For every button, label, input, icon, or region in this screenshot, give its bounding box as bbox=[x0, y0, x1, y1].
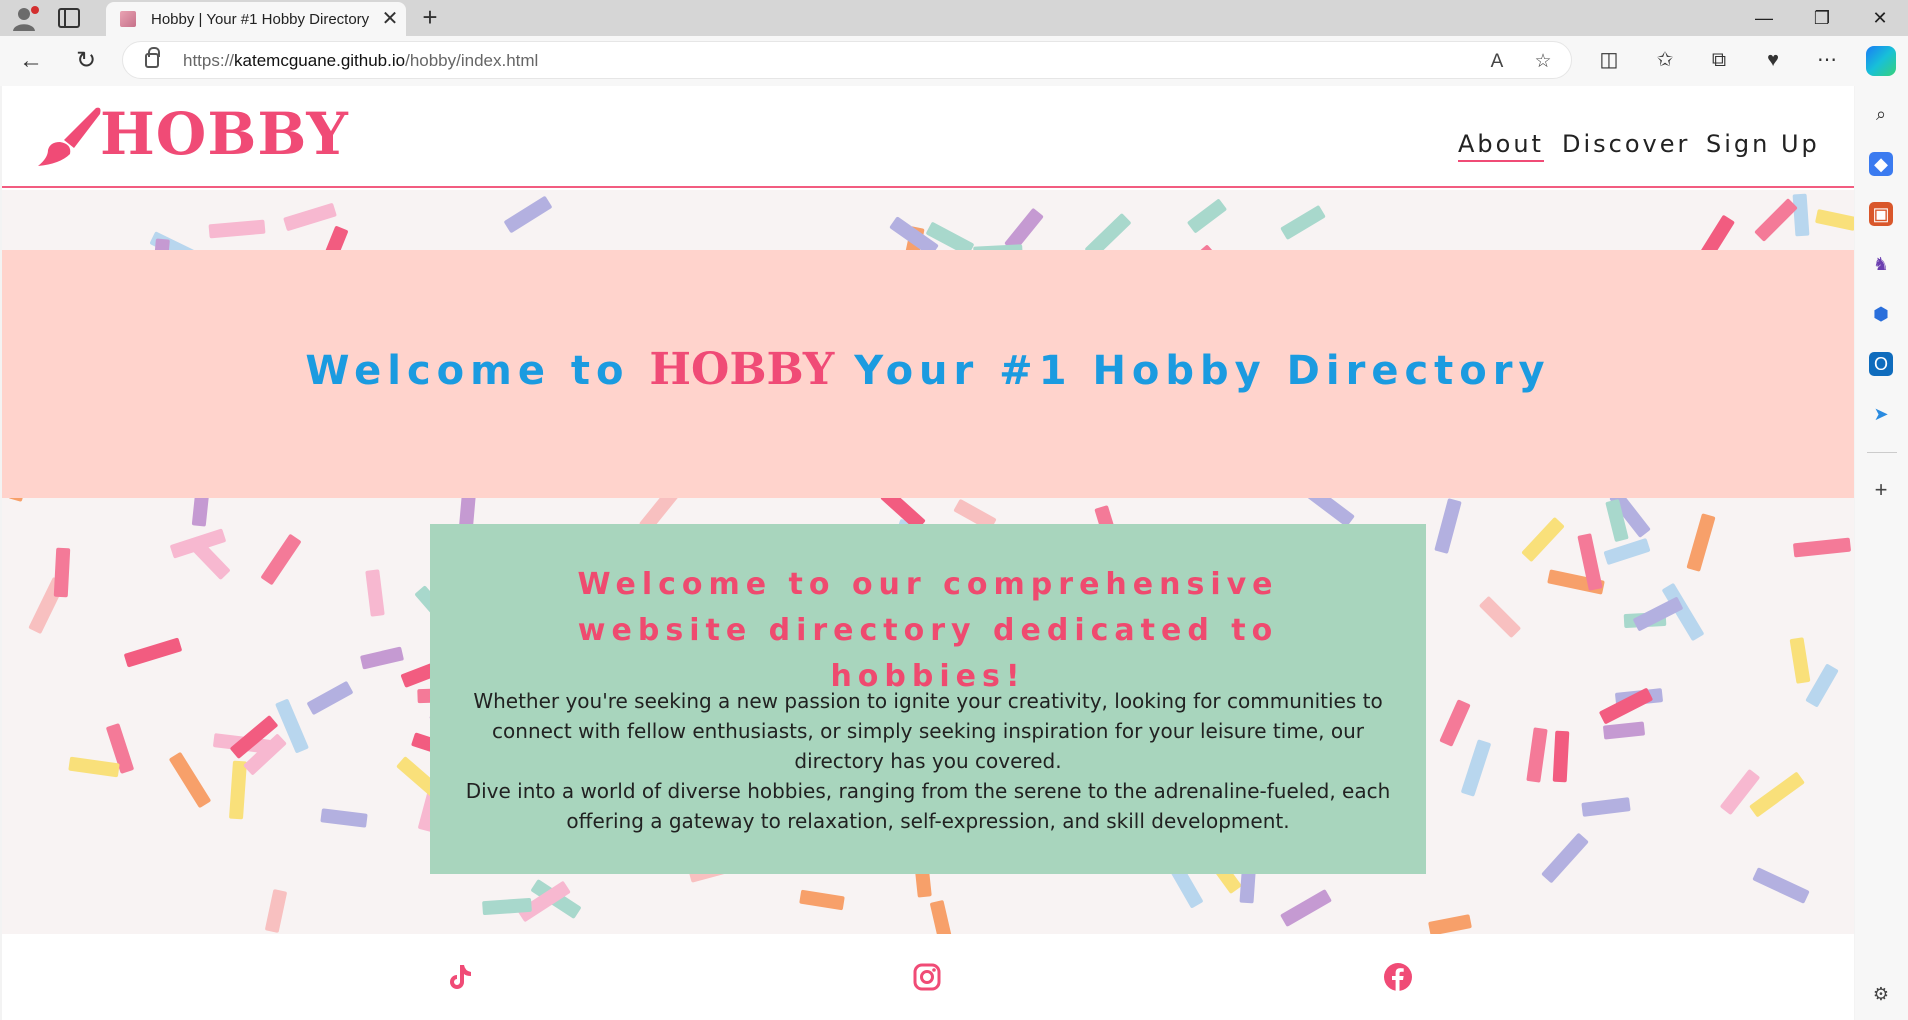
tools-briefcase-icon[interactable]: ▣ bbox=[1869, 202, 1893, 226]
outlook-icon[interactable]: O bbox=[1869, 352, 1893, 376]
sprinkle-decoration bbox=[1279, 888, 1333, 928]
favorite-star-icon[interactable]: ☆ bbox=[1531, 50, 1555, 74]
sprinkle-decoration bbox=[1460, 739, 1492, 797]
sprinkle-decoration bbox=[123, 637, 183, 668]
sprinkle-decoration bbox=[306, 680, 354, 716]
intro-text: Whether you're seeking a new passion to … bbox=[460, 686, 1396, 836]
site-footer bbox=[2, 934, 1854, 1020]
sidebar-divider bbox=[1867, 452, 1897, 453]
tab-actions-icon[interactable] bbox=[58, 8, 80, 28]
url-text[interactable]: https://katemcguane.github.io/hobby/inde… bbox=[183, 51, 538, 71]
sprinkle-decoration bbox=[1478, 595, 1522, 639]
sprinkle-decoration bbox=[228, 760, 248, 820]
search-icon[interactable]: ⌕ bbox=[1869, 102, 1893, 126]
maximize-button[interactable]: ❐ bbox=[1794, 0, 1850, 36]
copilot-icon[interactable] bbox=[1866, 46, 1896, 76]
sprinkle-decoration bbox=[1439, 699, 1471, 747]
close-tab-icon[interactable]: ✕ bbox=[378, 7, 402, 31]
collections-icon[interactable]: ⧉ bbox=[1705, 46, 1733, 74]
sprinkle-decoration bbox=[1686, 513, 1716, 572]
minimize-button[interactable]: — bbox=[1736, 0, 1792, 36]
sprinkle-decoration bbox=[1792, 537, 1852, 558]
read-aloud-icon[interactable]: A bbox=[1485, 50, 1509, 74]
tiktok-icon[interactable] bbox=[444, 962, 474, 992]
games-icon[interactable]: ♞ bbox=[1869, 252, 1893, 276]
tab-title: Hobby | Your #1 Hobby Directory bbox=[151, 11, 370, 28]
intro-paragraph-1: Whether you're seeking a new passion to … bbox=[473, 689, 1383, 773]
back-arrow-icon[interactable]: ← bbox=[16, 46, 46, 76]
nav-sign-up[interactable]: Sign Up bbox=[1706, 130, 1820, 158]
sprinkle-decoration bbox=[1814, 208, 1854, 232]
hero-banner: Welcome to HOBBY Your #1 Hobby Directory bbox=[2, 250, 1854, 498]
sprinkle-decoration bbox=[1280, 204, 1326, 241]
nav-discover[interactable]: Discover bbox=[1562, 130, 1690, 158]
sprinkle-decoration bbox=[1789, 637, 1811, 684]
settings-gear-icon[interactable]: ⚙ bbox=[1869, 982, 1893, 1006]
nav-about[interactable]: About bbox=[1458, 130, 1544, 162]
lock-icon[interactable] bbox=[145, 47, 160, 68]
browser-tab[interactable]: Hobby | Your #1 Hobby Directory ✕ bbox=[106, 2, 406, 36]
sprinkle-decoration bbox=[264, 889, 288, 933]
intro-heading: Welcome to our comprehensive website dir… bbox=[577, 567, 1279, 694]
profile-icon[interactable] bbox=[12, 5, 40, 31]
web-page: HOBBY About Discover Sign Up Welcome to … bbox=[2, 86, 1854, 1020]
split-screen-icon[interactable]: ◫ bbox=[1595, 46, 1623, 74]
sprinkle-decoration bbox=[1428, 914, 1472, 936]
favorites-icon[interactable]: ✩ bbox=[1651, 46, 1679, 74]
sprinkle-decoration bbox=[260, 533, 302, 586]
sprinkle-decoration bbox=[1526, 727, 1548, 783]
add-sidebar-icon[interactable]: + bbox=[1869, 478, 1893, 502]
address-bar[interactable]: https://katemcguane.github.io/hobby/inde… bbox=[122, 41, 1572, 79]
instagram-icon[interactable] bbox=[912, 962, 942, 992]
more-options-icon[interactable]: ⋯ bbox=[1813, 46, 1841, 74]
favicon-icon bbox=[120, 11, 136, 27]
sprinkle-decoration bbox=[1603, 537, 1651, 566]
sprinkle-decoration bbox=[1434, 498, 1462, 554]
facebook-icon[interactable] bbox=[1383, 962, 1413, 992]
refresh-icon[interactable]: ↻ bbox=[71, 46, 101, 76]
sprinkle-decoration bbox=[68, 756, 120, 778]
shopping-tag-icon[interactable]: ◆ bbox=[1869, 152, 1893, 176]
sprinkle-decoration bbox=[1552, 730, 1570, 783]
sprinkle-decoration bbox=[1521, 516, 1565, 563]
sprinkle-decoration bbox=[1541, 832, 1589, 884]
intro-card: Welcome to our comprehensive website dir… bbox=[430, 524, 1426, 874]
sprinkle-decoration bbox=[799, 889, 845, 911]
hero-title: Welcome to HOBBY Your #1 Hobby Directory bbox=[305, 344, 1551, 395]
browser-toolbar: ← ↻ https://katemcguane.github.io/hobby/… bbox=[0, 36, 1908, 86]
sprinkle-decoration bbox=[503, 195, 553, 234]
site-header: HOBBY About Discover Sign Up bbox=[2, 86, 1854, 188]
site-logo[interactable]: HOBBY bbox=[100, 100, 349, 168]
sprinkle-decoration bbox=[1752, 867, 1810, 904]
sprinkle-decoration bbox=[1805, 663, 1839, 708]
sprinkle-decoration bbox=[208, 219, 266, 239]
sprinkle-decoration bbox=[1792, 193, 1810, 237]
sprinkle-decoration bbox=[168, 751, 212, 809]
browser-title-bar: Hobby | Your #1 Hobby Directory ✕ + — ❐ … bbox=[0, 0, 1908, 36]
sprinkle-decoration bbox=[283, 202, 337, 232]
sprinkle-decoration bbox=[53, 547, 71, 598]
sprinkle-decoration bbox=[1581, 797, 1631, 817]
browser-sidebar: ⌕ ◆ ▣ ♞ ⬢ O ➤ + ⚙ bbox=[1855, 86, 1908, 1020]
microsoft-365-icon[interactable]: ⬢ bbox=[1869, 302, 1893, 326]
sprinkle-decoration bbox=[365, 569, 385, 617]
send-icon[interactable]: ➤ bbox=[1869, 402, 1893, 426]
intro-paragraph-2: Dive into a world of diverse hobbies, ra… bbox=[465, 779, 1391, 833]
paintbrush-icon[interactable] bbox=[34, 104, 104, 166]
new-tab-button[interactable]: + bbox=[416, 4, 444, 32]
sprinkle-decoration bbox=[1186, 198, 1228, 234]
sprinkle-decoration bbox=[359, 646, 405, 670]
browser-essentials-icon[interactable]: ♥ bbox=[1759, 46, 1787, 74]
sprinkle-decoration bbox=[1754, 198, 1798, 242]
close-window-button[interactable]: ✕ bbox=[1852, 0, 1908, 36]
hero-brand: HOBBY bbox=[649, 344, 835, 395]
sprinkle-decoration bbox=[1602, 721, 1646, 740]
sprinkle-decoration bbox=[320, 808, 368, 828]
